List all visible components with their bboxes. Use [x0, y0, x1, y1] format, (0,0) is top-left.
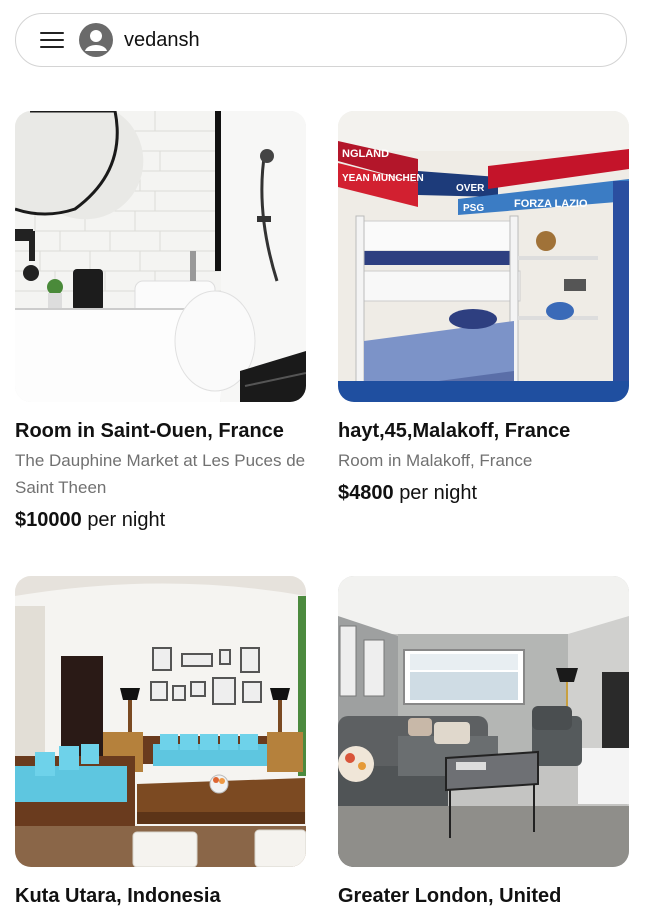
listing-card[interactable]: NGLAND YEAN MUNCHEN FORZA LAZIO PSG OVER… — [338, 111, 629, 505]
scarf-text: PSG — [463, 203, 484, 214]
grey-lounge-photo — [338, 576, 629, 867]
listing-title: Kuta Utara, Indonesia — [15, 885, 221, 907]
bunk-bed-room-photo: NGLAND YEAN MUNCHEN FORZA LAZIO PSG OVER — [338, 111, 629, 402]
scarf-text: FORZA LAZIO — [514, 198, 588, 210]
username-label: vedansh — [124, 29, 200, 51]
price-suffix: per night — [399, 482, 478, 504]
listing-card[interactable]: Greater London, United — [338, 576, 629, 908]
listing-photo[interactable] — [338, 576, 629, 867]
listing-price: $10000 per night — [15, 509, 306, 532]
price-suffix: per night — [87, 509, 166, 531]
listing-title: hayt,45,Malakoff, France — [338, 420, 571, 442]
scarf-text: OVER — [456, 183, 485, 194]
listing-photo[interactable] — [15, 111, 306, 402]
listing-photo[interactable] — [15, 576, 306, 867]
scarf-text: NGLAND — [342, 148, 389, 160]
listing-photo[interactable]: NGLAND YEAN MUNCHEN FORZA LAZIO PSG OVER — [338, 111, 629, 402]
price-amount: $10000 — [15, 509, 82, 531]
scarf-text: YEAN MUNCHEN — [342, 173, 424, 184]
price-amount: $4800 — [338, 482, 394, 504]
bathroom-photo — [15, 111, 306, 402]
listing-title: Room in Saint-Ouen, France — [15, 420, 284, 442]
hamburger-menu-icon[interactable] — [40, 32, 66, 50]
listing-subtitle: Room in Malakoff, France — [338, 451, 533, 470]
user-avatar-icon[interactable] — [79, 23, 113, 57]
listing-subtitle: The Dauphine Market at Les Puces de Sain… — [15, 451, 306, 497]
listing-price: $4800 per night — [338, 482, 629, 505]
listing-card[interactable]: Room in Saint-Ouen, France The Dauphine … — [15, 111, 306, 532]
top-search-bar: vedansh — [15, 13, 627, 67]
living-room-photo — [15, 576, 306, 867]
listing-title: Greater London, United — [338, 885, 562, 907]
listing-card[interactable]: Kuta Utara, Indonesia — [15, 576, 306, 908]
